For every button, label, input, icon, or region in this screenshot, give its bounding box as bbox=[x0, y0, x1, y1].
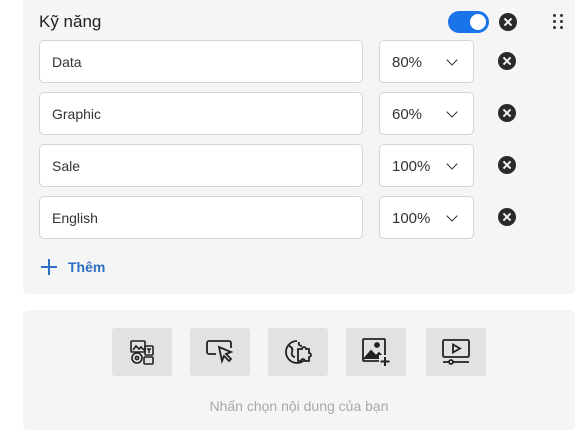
skill-level-value: 100% bbox=[392, 210, 431, 227]
add-skill-label: Thêm bbox=[68, 259, 106, 275]
skill-row: 100% bbox=[39, 196, 539, 240]
media-gallery-button[interactable] bbox=[112, 328, 172, 376]
skill-level-select[interactable]: 100% bbox=[379, 144, 474, 187]
chevron-down-icon bbox=[446, 54, 458, 66]
add-image-icon bbox=[362, 338, 391, 367]
skill-name-input[interactable] bbox=[39, 40, 363, 83]
cursor-click-icon bbox=[206, 340, 234, 365]
remove-skill-icon[interactable] bbox=[498, 104, 516, 122]
chevron-down-icon bbox=[446, 106, 458, 118]
skill-row: 60% bbox=[39, 92, 539, 136]
puzzle-globe-icon bbox=[285, 340, 312, 364]
skill-level-select[interactable]: 100% bbox=[379, 196, 474, 239]
toggle-knob bbox=[470, 14, 486, 30]
skills-header: Kỹ năng bbox=[39, 10, 563, 36]
video-player-icon bbox=[442, 339, 470, 365]
skill-row: 100% bbox=[39, 144, 539, 188]
chevron-down-icon bbox=[446, 158, 458, 170]
chevron-down-icon bbox=[446, 210, 458, 222]
skill-row: 80% bbox=[39, 40, 539, 84]
skill-level-select[interactable]: 80% bbox=[379, 40, 474, 83]
section-title: Kỹ năng bbox=[39, 12, 102, 31]
media-gallery-icon bbox=[130, 340, 154, 365]
interactive-element-button[interactable] bbox=[190, 328, 250, 376]
skill-name-input[interactable] bbox=[39, 92, 363, 135]
add-image-button[interactable] bbox=[346, 328, 406, 376]
remove-skill-icon[interactable] bbox=[498, 52, 516, 70]
skill-level-select[interactable]: 60% bbox=[379, 92, 474, 135]
skills-panel: Kỹ năng 80% 60% 100% bbox=[23, 0, 575, 294]
remove-section-icon[interactable] bbox=[499, 13, 517, 31]
skill-name-input[interactable] bbox=[39, 196, 363, 239]
plus-icon bbox=[41, 259, 57, 275]
skill-level-value: 100% bbox=[392, 158, 431, 175]
skill-level-value: 60% bbox=[392, 106, 423, 123]
skill-level-value: 80% bbox=[392, 54, 423, 71]
section-visibility-toggle[interactable] bbox=[448, 11, 489, 33]
content-picker: Nhấn chọn nội dung của bạn bbox=[23, 310, 575, 430]
content-hint: Nhấn chọn nội dung của bạn bbox=[209, 398, 389, 414]
add-video-button[interactable] bbox=[426, 328, 486, 376]
plugin-button[interactable] bbox=[268, 328, 328, 376]
skill-name-input[interactable] bbox=[39, 144, 363, 187]
remove-skill-icon[interactable] bbox=[498, 156, 516, 174]
drag-handle-icon[interactable] bbox=[553, 14, 565, 30]
remove-skill-icon[interactable] bbox=[498, 208, 516, 226]
